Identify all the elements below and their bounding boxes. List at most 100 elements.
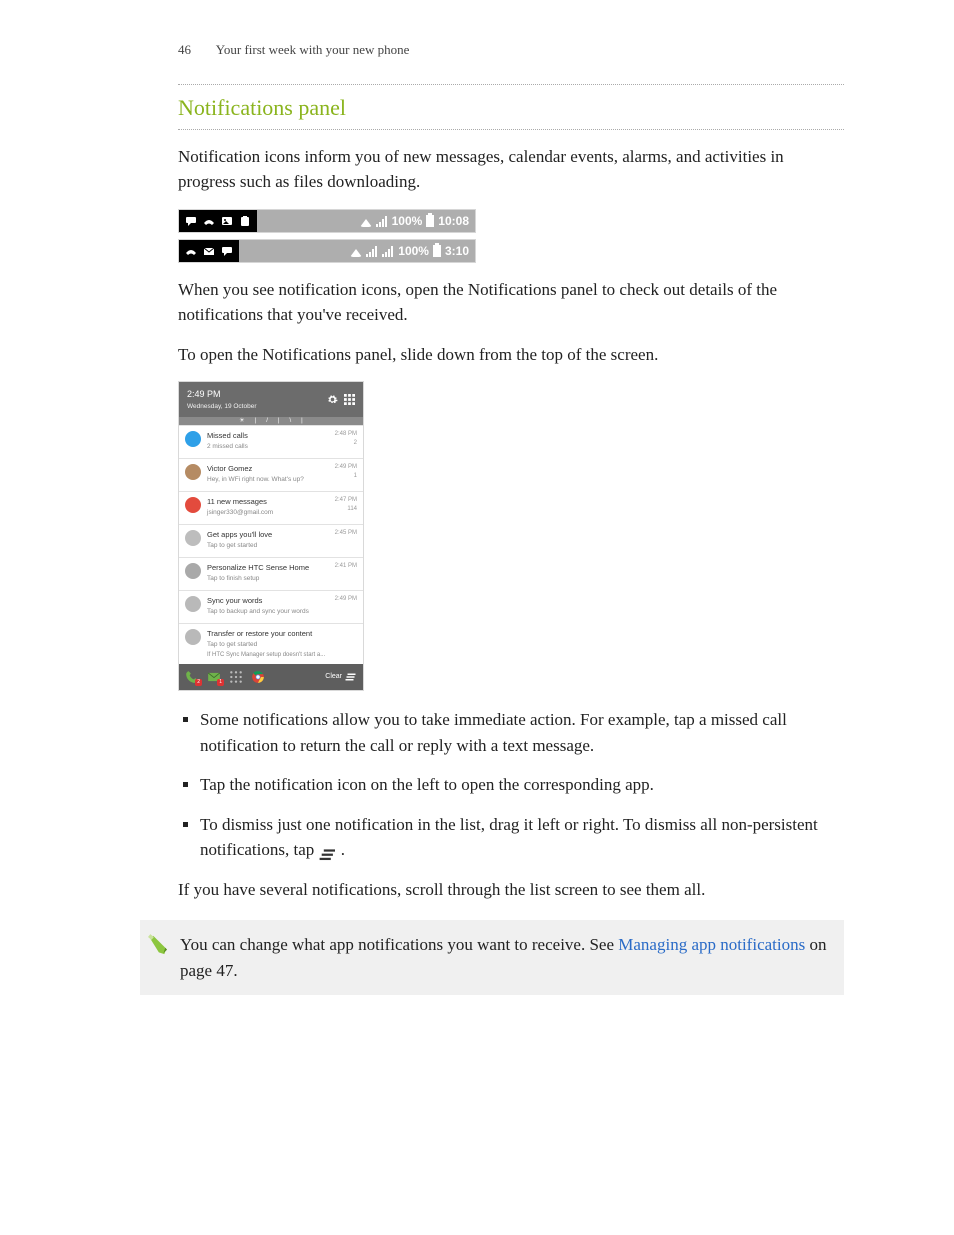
battery-icon — [426, 215, 434, 227]
dock-phone-icon: 2 — [185, 670, 199, 684]
chat-icon — [221, 245, 233, 257]
notification-row: Get apps you'll loveTap to get started 2:… — [179, 524, 363, 557]
managing-notifications-link[interactable]: Managing app notifications — [618, 935, 805, 954]
signal-icon — [376, 215, 388, 227]
clipboard-icon — [239, 215, 251, 227]
pencil-tip-icon — [146, 934, 168, 956]
notification-meta: 2:45 PM — [335, 529, 357, 538]
notification-title: Transfer or restore your content — [207, 628, 351, 639]
notification-row: Sync your wordsTap to backup and sync yo… — [179, 590, 363, 623]
notification-row: Missed calls2 missed calls 2:48 PM2 — [179, 425, 363, 458]
notification-title: 11 new messages — [207, 496, 329, 507]
battery-icon — [433, 245, 441, 257]
divider — [178, 84, 844, 85]
notification-meta: 2:41 PM — [335, 562, 357, 571]
notification-row: Victor GomezHey, in WFi right now. What'… — [179, 458, 363, 491]
notification-subtitle: jsinger330@gmail.com — [207, 508, 329, 518]
document-page: 46 Your first week with your new phone N… — [0, 0, 954, 1035]
notification-title: Get apps you'll love — [207, 529, 329, 540]
page-number: 46 — [178, 42, 191, 57]
notification-subtitle: Hey, in WFi right now. What's up? — [207, 475, 329, 485]
missed-call-icon — [203, 215, 215, 227]
notification-app-icon — [185, 497, 201, 513]
notification-subtitle: Tap to backup and sync your words — [207, 607, 329, 617]
mail-icon — [203, 245, 215, 257]
statusbar-figure-2: 100% 3:10 — [178, 239, 476, 263]
tip-item-3-text-a: To dismiss just one notification in the … — [200, 815, 818, 860]
notification-meta: 2:49 PM1 — [335, 463, 357, 481]
panel-dock: 2 1 Clear — [179, 664, 363, 690]
chat-icon — [185, 215, 197, 227]
clear-all-icon — [345, 671, 357, 683]
mail-badge: 1 — [217, 679, 224, 687]
panel-quick-icons: ☀|/|\| — [179, 417, 363, 425]
notification-app-icon — [185, 629, 201, 645]
notification-body: Sync your wordsTap to backup and sync yo… — [207, 595, 329, 616]
notification-body: Personalize HTC Sense HomeTap to finish … — [207, 562, 329, 583]
notification-row: Personalize HTC Sense HomeTap to finish … — [179, 557, 363, 590]
notification-title: Personalize HTC Sense Home — [207, 562, 329, 573]
notification-body: 11 new messagesjsinger330@gmail.com — [207, 496, 329, 517]
statusbar1-right: 100% 10:08 — [360, 212, 475, 230]
notification-list: Missed calls2 missed calls 2:48 PM2 Victor… — [179, 425, 363, 664]
notification-meta: 2:47 PM114 — [335, 496, 357, 514]
quicksettings-grid-icon — [344, 394, 355, 405]
notification-extra: If HTC Sync Manager setup doesn't start … — [207, 651, 351, 660]
statusbar-figure-1: 100% 10:08 — [178, 209, 476, 233]
section-title: Notifications panel — [178, 89, 844, 130]
statusbar1-left-icons — [179, 210, 257, 232]
image-icon — [221, 215, 233, 227]
dock-chrome-icon — [251, 670, 265, 684]
notification-body: Victor GomezHey, in WFi right now. What'… — [207, 463, 329, 484]
notification-body: Transfer or restore your contentTap to g… — [207, 628, 351, 660]
statusbar2-right: 100% 3:10 — [350, 242, 475, 260]
wifi-icon — [350, 245, 362, 257]
settings-icon — [327, 394, 338, 405]
tip-callout-text: You can change what app notifications yo… — [180, 932, 830, 983]
clear-all-inline-icon — [319, 844, 337, 858]
chapter-title: Your first week with your new phone — [216, 42, 410, 57]
notification-app-icon — [185, 431, 201, 447]
dock-apps-icon — [229, 670, 243, 684]
notification-subtitle: Tap to finish setup — [207, 574, 329, 584]
statusbar2-time: 3:10 — [445, 242, 469, 260]
notification-subtitle: Tap to get started — [207, 640, 351, 650]
signal-icon-2 — [382, 245, 394, 257]
statusbar2-left-icons — [179, 240, 239, 262]
notification-app-icon — [185, 530, 201, 546]
statusbar1-battery-pct: 100% — [392, 212, 423, 230]
notification-body: Missed calls2 missed calls — [207, 430, 329, 451]
panel-date: Wednesday, 19 October — [187, 402, 257, 412]
notification-title: Victor Gomez — [207, 463, 329, 474]
paragraph-2: When you see notification icons, open th… — [178, 277, 844, 328]
panel-time: 2:49 PM — [187, 388, 257, 402]
notification-meta: 2:48 PM2 — [335, 430, 357, 448]
notification-title: Missed calls — [207, 430, 329, 441]
tip-item-2: Tap the notification icon on the left to… — [200, 772, 844, 798]
notification-row: Transfer or restore your contentTap to g… — [179, 623, 363, 664]
statusbar2-battery-pct: 100% — [398, 242, 429, 260]
panel-header: 2:49 PM Wednesday, 19 October — [179, 382, 363, 417]
paragraph-4: If you have several notifications, scrol… — [178, 877, 844, 903]
wifi-icon — [360, 215, 372, 227]
tip-text-before: You can change what app notifications yo… — [180, 935, 618, 954]
notification-title: Sync your words — [207, 595, 329, 606]
clear-all-button: Clear — [325, 671, 357, 683]
phone-badge: 2 — [195, 679, 202, 687]
paragraph-3: To open the Notifications panel, slide d… — [178, 342, 844, 368]
dock-mail-icon: 1 — [207, 670, 221, 684]
notification-meta: 2:49 PM — [335, 595, 357, 604]
notification-subtitle: Tap to get started — [207, 541, 329, 551]
signal-icon — [366, 245, 378, 257]
tip-item-3-text-b: . — [341, 840, 345, 859]
notification-app-icon — [185, 563, 201, 579]
notification-app-icon — [185, 464, 201, 480]
notification-body: Get apps you'll loveTap to get started — [207, 529, 329, 550]
tip-item-3: To dismiss just one notification in the … — [200, 812, 844, 863]
notifications-panel-figure: 2:49 PM Wednesday, 19 October ☀|/|\| Mis… — [178, 381, 364, 691]
notification-subtitle: 2 missed calls — [207, 442, 329, 452]
notification-row: 11 new messagesjsinger330@gmail.com 2:47 … — [179, 491, 363, 524]
tip-item-1: Some notifications allow you to take imm… — [200, 707, 844, 758]
tip-callout: You can change what app notifications yo… — [140, 920, 844, 995]
running-header: 46 Your first week with your new phone — [178, 40, 844, 60]
